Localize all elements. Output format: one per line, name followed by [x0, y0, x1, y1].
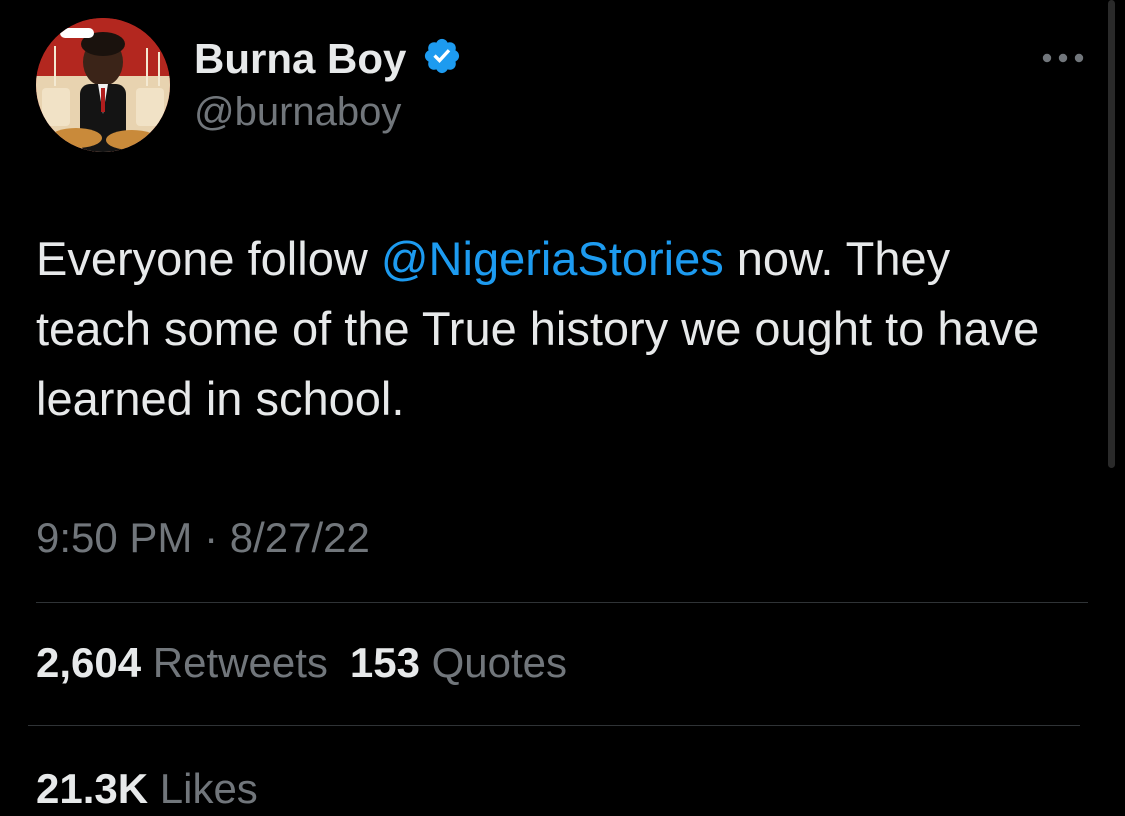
avatar[interactable] [36, 18, 170, 152]
more-options-icon[interactable] [1040, 50, 1086, 66]
verified-badge-icon [424, 38, 460, 74]
quotes-stat[interactable]: 153 Quotes [350, 639, 567, 686]
divider [36, 602, 1088, 603]
tweet-text: Everyone follow @NigeriaStories now. The… [36, 224, 1076, 434]
tweet-date: 8/27/22 [229, 514, 370, 561]
likes-label: Likes [159, 765, 258, 812]
likes-stat[interactable]: 21.3K Likes [36, 762, 258, 816]
tweet-time: 9:50 PM [36, 514, 193, 561]
engagement-stats: 2,604 Retweets 153 Quotes [36, 636, 567, 690]
retweets-stat[interactable]: 2,604 Retweets [36, 639, 328, 686]
mention-link[interactable]: @NigeriaStories [381, 232, 724, 285]
retweets-label: Retweets [152, 639, 328, 686]
quotes-label: Quotes [431, 639, 568, 686]
user-handle[interactable]: @burnaboy [194, 88, 401, 136]
avatar-image [36, 18, 170, 152]
divider [28, 725, 1080, 726]
tweet-timestamp[interactable]: 9:50 PM · 8/27/22 [36, 512, 370, 564]
timestamp-separator: · [192, 514, 230, 561]
tweet-text-start: Everyone follow [36, 232, 381, 285]
scrollbar[interactable] [1108, 0, 1115, 468]
retweets-count: 2,604 [36, 639, 142, 686]
display-name[interactable]: Burna Boy [194, 34, 406, 84]
quotes-count: 153 [349, 639, 420, 686]
likes-count: 21.3K [36, 765, 149, 812]
